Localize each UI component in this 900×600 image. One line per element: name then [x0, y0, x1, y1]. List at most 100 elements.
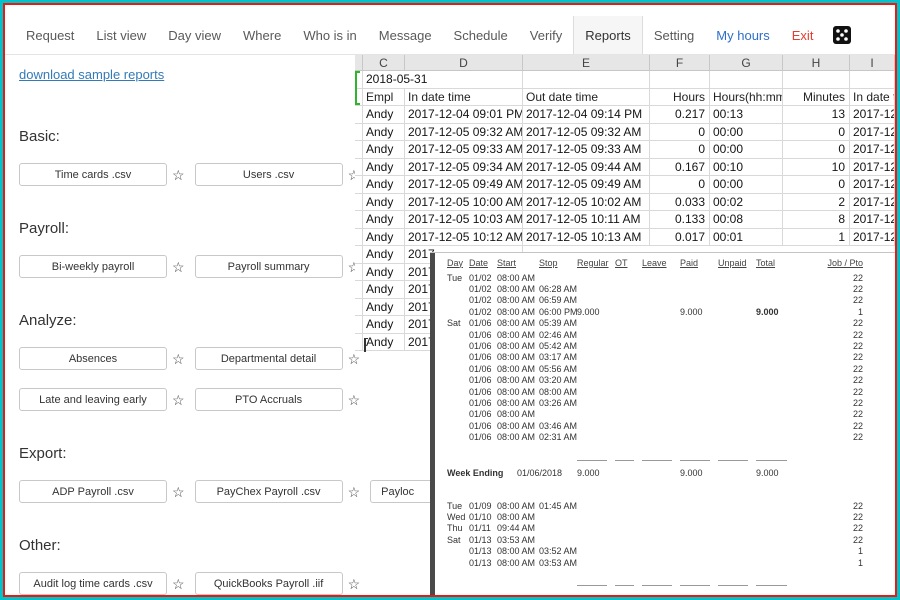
sheet-cell[interactable]: 2017-12-05 09:32 AM: [405, 124, 523, 142]
sheet-cell[interactable]: 2017-12-: [850, 106, 895, 124]
nav-item-list-view[interactable]: List view: [85, 16, 157, 54]
sheet-cell[interactable]: 2017-12-05 09:49 AM: [405, 176, 523, 194]
report-button-late-and-leaving-early[interactable]: Late and leaving early: [19, 388, 167, 411]
nav-item-exit[interactable]: Exit: [781, 16, 825, 54]
favorite-star-icon[interactable]: ☆: [172, 260, 185, 274]
sheet-cell[interactable]: 2017-12-: [850, 229, 895, 247]
sheet-cell[interactable]: 00:08: [710, 211, 783, 229]
date-cell[interactable]: 2018-05-31: [363, 71, 523, 89]
favorite-star-icon[interactable]: ☆: [172, 577, 185, 591]
sheet-cell[interactable]: 2017-12-05 09:44 AM: [523, 159, 650, 177]
sheet-cell[interactable]: 8: [783, 211, 850, 229]
sheet-cell[interactable]: Andy: [363, 246, 405, 264]
nav-item-reports[interactable]: Reports: [573, 16, 643, 54]
favorite-star-icon[interactable]: ☆: [348, 393, 361, 407]
sheet-cell[interactable]: 2017-12-05 10:12 AM: [405, 229, 523, 247]
sheet-cell[interactable]: 00:02: [710, 194, 783, 212]
nav-item-request[interactable]: Request: [15, 16, 85, 54]
sheet-cell[interactable]: 2: [783, 194, 850, 212]
sheet-cell[interactable]: 0: [783, 141, 850, 159]
sheet-cell[interactable]: 2017-12-05 09:33 AM: [405, 141, 523, 159]
sheet-cell[interactable]: Andy: [363, 229, 405, 247]
sheet-cell[interactable]: 0: [783, 124, 850, 142]
sheet-cell[interactable]: Andy: [363, 334, 405, 352]
nav-item-who-is-in[interactable]: Who is in: [292, 16, 367, 54]
sheet-cell[interactable]: 2017-12-: [850, 141, 895, 159]
favorite-star-icon[interactable]: ☆: [348, 577, 361, 591]
column-letter-D[interactable]: D: [405, 55, 523, 71]
download-sample-reports-link[interactable]: download sample reports: [19, 67, 164, 82]
sheet-cell[interactable]: Andy: [363, 176, 405, 194]
sheet-cell[interactable]: Andy: [363, 211, 405, 229]
report-button-audit-log-time-cards-csv[interactable]: Audit log time cards .csv: [19, 572, 167, 595]
sheet-cell[interactable]: Andy: [363, 106, 405, 124]
sheet-cell[interactable]: 00:10: [710, 159, 783, 177]
report-button-absences[interactable]: Absences: [19, 347, 167, 370]
sheet-cell[interactable]: 2017-12-: [850, 176, 895, 194]
sheet-cell[interactable]: Andy: [363, 141, 405, 159]
sheet-cell[interactable]: 2017-12-05 09:49 AM: [523, 176, 650, 194]
column-letter-C[interactable]: C: [363, 55, 405, 71]
nav-item-message[interactable]: Message: [368, 16, 443, 54]
sheet-cell[interactable]: 0.167: [650, 159, 710, 177]
sheet-cell[interactable]: 2017-12-05 09:34 AM: [405, 159, 523, 177]
report-button-pto-accruals[interactable]: PTO Accruals: [195, 388, 343, 411]
sheet-cell[interactable]: 10: [783, 159, 850, 177]
sheet-cell[interactable]: 00:13: [710, 106, 783, 124]
sheet-cell[interactable]: 0.033: [650, 194, 710, 212]
sheet-cell[interactable]: Andy: [363, 316, 405, 334]
favorite-star-icon[interactable]: ☆: [172, 168, 185, 182]
column-letter-F[interactable]: F: [650, 55, 710, 71]
sheet-cell[interactable]: 00:00: [710, 124, 783, 142]
column-letter-E[interactable]: E: [523, 55, 650, 71]
sheet-cell[interactable]: 0.133: [650, 211, 710, 229]
sheet-cell[interactable]: 2017-12-05 10:03 AM: [405, 211, 523, 229]
sheet-cell[interactable]: 13: [783, 106, 850, 124]
favorite-star-icon[interactable]: ☆: [348, 352, 361, 366]
sheet-cell[interactable]: 2017-12-05 09:32 AM: [523, 124, 650, 142]
sheet-cell[interactable]: 0: [650, 124, 710, 142]
report-button-users-csv[interactable]: Users .csv: [195, 163, 343, 186]
sheet-cell[interactable]: 2017-12-05 10:02 AM: [523, 194, 650, 212]
favorite-star-icon[interactable]: ☆: [172, 393, 185, 407]
sheet-cell[interactable]: Andy: [363, 159, 405, 177]
column-letter-G[interactable]: G: [710, 55, 783, 71]
column-letter-H[interactable]: H: [783, 55, 850, 71]
sheet-cell[interactable]: 0: [650, 176, 710, 194]
sheet-cell[interactable]: 0.217: [650, 106, 710, 124]
sheet-cell[interactable]: Andy: [363, 299, 405, 317]
sheet-cell[interactable]: Andy: [363, 194, 405, 212]
sheet-cell[interactable]: 2017-12-04 09:14 PM: [523, 106, 650, 124]
column-letter-I[interactable]: I: [850, 55, 895, 71]
report-button-departmental-detail[interactable]: Departmental detail: [195, 347, 343, 370]
nav-item-schedule[interactable]: Schedule: [443, 16, 519, 54]
report-button-adp-payroll-csv[interactable]: ADP Payroll .csv: [19, 480, 167, 503]
report-button-quickbooks-payroll-iif[interactable]: QuickBooks Payroll .iif: [195, 572, 343, 595]
nav-item-setting[interactable]: Setting: [643, 16, 705, 54]
sheet-cell[interactable]: 0.017: [650, 229, 710, 247]
nav-item-day-view[interactable]: Day view: [157, 16, 232, 54]
sheet-cell[interactable]: 2017-12-05 10:00 AM: [405, 194, 523, 212]
report-button-payroll-summary[interactable]: Payroll summary: [195, 255, 343, 278]
sheet-cell[interactable]: 1: [783, 229, 850, 247]
sheet-cell[interactable]: 2017-12-05 10:13 AM: [523, 229, 650, 247]
sheet-cell[interactable]: 2017-12-05 10:11 AM: [523, 211, 650, 229]
sheet-cell[interactable]: 2017-12-04 09:01 PM: [405, 106, 523, 124]
nav-item-verify[interactable]: Verify: [519, 16, 574, 54]
sheet-cell[interactable]: 00:00: [710, 141, 783, 159]
report-button-paychex-payroll-csv[interactable]: PayChex Payroll .csv: [195, 480, 343, 503]
nav-item-my-hours[interactable]: My hours: [705, 16, 780, 54]
nav-item-where[interactable]: Where: [232, 16, 292, 54]
sheet-cell[interactable]: 2017-12-05 09:33 AM: [523, 141, 650, 159]
sheet-cell[interactable]: Andy: [363, 264, 405, 282]
favorite-star-icon[interactable]: ☆: [172, 485, 185, 499]
sheet-cell[interactable]: Andy: [363, 124, 405, 142]
sheet-cell[interactable]: Andy: [363, 281, 405, 299]
sheet-cell[interactable]: 2017-12-: [850, 159, 895, 177]
sheet-cell[interactable]: 2017-12-: [850, 124, 895, 142]
favorite-star-icon[interactable]: ☆: [348, 485, 361, 499]
favorite-star-icon[interactable]: ☆: [172, 352, 185, 366]
dice-icon[interactable]: [832, 25, 852, 45]
report-button-bi-weekly-payroll[interactable]: Bi-weekly payroll: [19, 255, 167, 278]
report-button-time-cards-csv[interactable]: Time cards .csv: [19, 163, 167, 186]
